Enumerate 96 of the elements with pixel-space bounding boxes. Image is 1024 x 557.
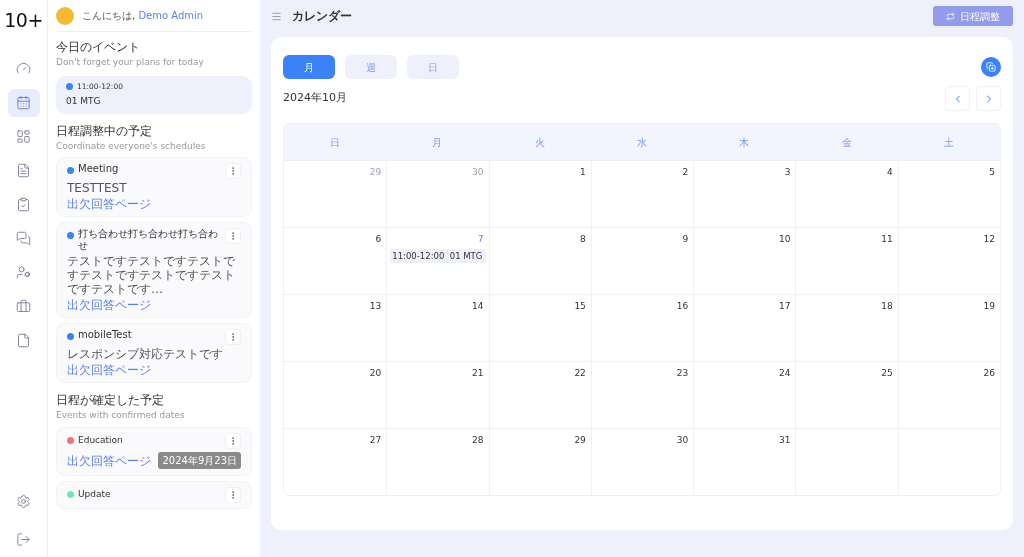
day-number: 18	[881, 300, 893, 313]
section-subtitle: Events with confirmed dates	[56, 409, 186, 422]
day-number: 19	[983, 300, 995, 313]
repeat-icon	[946, 11, 955, 21]
schedule-button[interactable]: 日程調整	[933, 6, 1013, 26]
menu-icon[interactable]	[271, 10, 282, 22]
day-number: 9	[682, 233, 689, 246]
weekday-header: 月	[431, 135, 444, 150]
copy-icon	[986, 62, 996, 72]
page-title: カレンダー	[292, 8, 352, 25]
month-title: 2024年10月	[283, 90, 347, 107]
response-page-link[interactable]: 出欠回答ページ	[67, 451, 151, 470]
greeting: こんにちは, Demo Admin	[82, 9, 204, 23]
calendar-event[interactable]: 11:00-12:00 01 MTG	[390, 248, 486, 264]
calendar-icon	[16, 95, 31, 110]
day-number: 17	[778, 300, 791, 313]
section-subtitle: Coordinate everyone's schedules	[56, 139, 207, 153]
schedule-card[interactable]: mobileTest レスポンシブ対応テストです 出欠回答ページ	[56, 323, 252, 383]
user-icon	[16, 265, 31, 280]
day-number: 10	[778, 233, 791, 246]
chat-icon	[16, 231, 31, 246]
day-number: 6	[375, 233, 382, 246]
weekday-header: 火	[533, 135, 546, 150]
weekday-header: 木	[738, 135, 751, 150]
more-button[interactable]	[225, 486, 241, 503]
board-icon	[16, 129, 31, 144]
day-number: 5	[989, 166, 995, 179]
file-icon	[16, 333, 31, 348]
section-subtitle: Don't forget your plans for today	[56, 56, 205, 69]
day-number: 16	[676, 300, 689, 313]
nav-button[interactable]	[7, 88, 40, 117]
day-number: 12	[983, 233, 995, 246]
view-tab[interactable]: 日	[407, 55, 459, 79]
schedule-description: レスポンシブ対応テストです	[67, 347, 224, 361]
event-title: Education	[78, 433, 124, 447]
event-title: 01 MTG	[66, 94, 102, 108]
schedule-card[interactable]: Meeting TESTTEST 出欠回答ページ	[56, 157, 252, 217]
day-number: 31	[778, 434, 791, 447]
weekday-header: 土	[942, 135, 955, 150]
briefcase-icon	[16, 299, 31, 314]
day-number: 2	[682, 166, 689, 179]
section-title: 日程が確定した予定	[56, 392, 165, 409]
avatar	[56, 6, 74, 25]
day-number: 22	[574, 367, 586, 380]
day-number: 4	[886, 166, 893, 179]
day-number: 25	[881, 367, 893, 380]
schedule-title: 打ち合わせ打ち合わせ打ち合わせ	[78, 228, 219, 252]
more-button[interactable]	[225, 163, 241, 179]
event-card[interactable]: Update	[56, 480, 252, 509]
response-page-link[interactable]: 出欠回答ページ	[67, 363, 241, 377]
day-number: 7	[477, 233, 484, 246]
section-title: 日程調整中の予定	[56, 122, 153, 140]
day-number: 27	[369, 434, 382, 447]
day-number: 21	[472, 367, 484, 380]
more-button[interactable]	[225, 228, 241, 244]
more-button[interactable]	[225, 329, 241, 345]
day-number: 3	[784, 166, 791, 179]
logo: 10+	[4, 8, 43, 33]
day-number: 24	[778, 367, 791, 380]
day-number: 15	[574, 300, 586, 313]
response-page-link[interactable]: 出欠回答ページ	[67, 298, 241, 312]
day-number: 30	[676, 434, 689, 447]
response-page-link[interactable]: 出欠回答ページ	[67, 197, 241, 211]
day-number: 20	[369, 367, 382, 380]
day-number: 23	[676, 367, 689, 380]
more-button[interactable]	[225, 432, 241, 449]
view-tab[interactable]: 週	[345, 55, 397, 79]
gauge-icon	[16, 61, 31, 76]
view-tab[interactable]: 月	[283, 55, 335, 79]
event-title: Update	[78, 487, 112, 501]
date-badge: 2024年9月23日	[158, 452, 241, 469]
day-number: 30	[472, 166, 484, 179]
event-card[interactable]: Education 出欠回答ページ 2024年9月23日	[56, 426, 252, 476]
weekday-header: 水	[636, 135, 648, 150]
day-number: 26	[983, 367, 995, 380]
weekday-header: 日	[329, 135, 342, 150]
day-number: 8	[580, 233, 586, 246]
logout-icon	[16, 531, 31, 547]
document-icon	[16, 163, 31, 178]
copy-button[interactable]	[981, 57, 1001, 77]
day-number: 14	[472, 300, 484, 313]
schedule-description: テストですテストですテストですテストですテストですテストですテストです…	[67, 254, 236, 296]
section-title: 今日のイベント	[56, 39, 141, 56]
schedule-description: TESTTEST	[67, 181, 128, 195]
schedule-title: mobileTest	[78, 329, 133, 341]
schedule-title: Meeting	[78, 163, 120, 175]
weekday-header: 金	[840, 135, 853, 150]
day-number: 29	[369, 166, 382, 179]
clipboard-check-icon	[16, 197, 31, 212]
settings-icon	[16, 493, 31, 509]
day-number: 1	[580, 166, 586, 179]
schedule-card[interactable]: 打ち合わせ打ち合わせ打ち合わせ テストですテストですテストですテストですテストですテストですテストです… 出欠回答ページ	[56, 222, 252, 318]
day-number: 29	[574, 434, 586, 447]
day-number: 28	[472, 434, 484, 447]
day-number: 13	[369, 300, 382, 313]
day-number: 11	[881, 233, 893, 246]
